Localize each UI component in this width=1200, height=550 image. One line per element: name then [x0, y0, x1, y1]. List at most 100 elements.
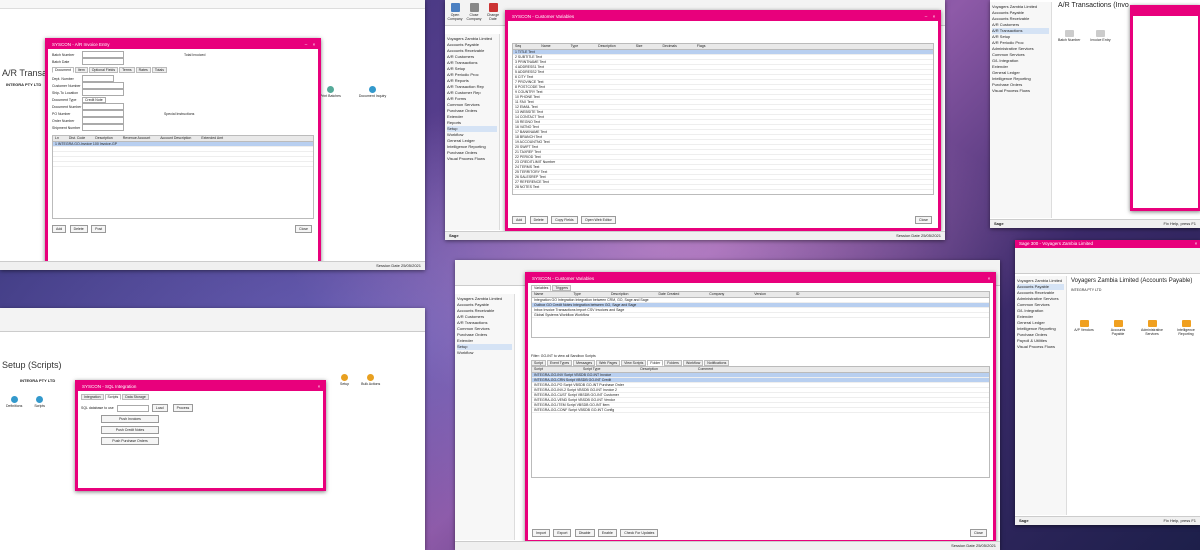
db-input[interactable] [116, 404, 149, 412]
print-batches-icon[interactable]: Print Batches [320, 86, 341, 98]
close-icon[interactable]: × [315, 383, 323, 391]
copy-fields-button[interactable]: Copy Fields [551, 216, 578, 224]
sidebar-item[interactable]: Visual Process Flows [992, 88, 1049, 94]
status-bar: Sage Fix Help, press F1 [990, 219, 1200, 228]
tab-totals[interactable]: Totals [151, 67, 167, 73]
setup-icon[interactable]: Setup [340, 374, 349, 386]
change-date-button[interactable]: Change Date [485, 2, 501, 23]
delete-button[interactable]: Delete [69, 225, 88, 233]
tab-document[interactable]: Document [52, 67, 74, 73]
subtab[interactable]: Web Pages [596, 360, 621, 366]
sidebar-item[interactable]: Visual Process Flows [447, 156, 497, 162]
tab-integration[interactable]: Integration [81, 394, 104, 400]
invoice-entry-icon[interactable]: Invoice Entry [1090, 30, 1111, 42]
subtab[interactable]: Messages [573, 360, 596, 366]
close-button[interactable]: Close [295, 225, 312, 233]
ship-to-field[interactable]: Ship-To Location [52, 89, 314, 96]
subtab[interactable]: Notifications [704, 360, 730, 366]
admin-services-icon[interactable]: Administrative Services [1139, 320, 1165, 336]
open-web-editor-button[interactable]: Open Web Editor [581, 216, 616, 224]
document-inquiry-icon[interactable]: Document Inquiry [359, 86, 386, 98]
order-number-field[interactable]: Order Number [52, 117, 314, 124]
delete-button[interactable]: Delete [529, 216, 548, 224]
open-company-button[interactable]: Open Company [447, 2, 463, 23]
sidebar-item[interactable]: Visual Process Flows [1017, 344, 1064, 350]
fields-table[interactable]: Seq Name Type Description Size Decimals Flags … [512, 43, 934, 195]
push-credit-notes-button[interactable]: Push Credit Notes [101, 426, 159, 434]
subtab[interactable]: Script [531, 360, 546, 366]
add-button[interactable]: Add [512, 216, 527, 224]
push-invoices-button[interactable]: Push Invoices [101, 415, 159, 423]
customer-number-field[interactable]: Customer Number [52, 82, 314, 89]
minimize-icon[interactable]: – [302, 41, 310, 49]
load-button[interactable]: Load [151, 404, 168, 412]
minimize-icon[interactable]: – [922, 13, 930, 21]
document-tabs[interactable]: Document Item Optional Fields Terms Rate… [52, 67, 314, 73]
tab-data-storage[interactable]: Data Storage [122, 394, 149, 400]
tab-scripts[interactable]: Scripts [104, 394, 122, 400]
ar-invoice-window: A/R Transactions (Invo INTEGRA PTY LTD P… [0, 0, 425, 270]
subtab[interactable]: Event Types [546, 360, 573, 366]
subtab[interactable]: View Scripts [621, 360, 647, 366]
definitions-icon[interactable]: Definitions [6, 396, 22, 408]
tab-triggers[interactable]: Triggers [552, 285, 572, 291]
ribbon-toolbar [0, 308, 425, 332]
tab-item[interactable]: Item [74, 67, 88, 73]
batch-number-icon[interactable]: Batch Number [1058, 30, 1080, 42]
page-heading: Setup (Scripts) [2, 360, 62, 370]
post-button[interactable]: Post [91, 225, 107, 233]
enable-button[interactable]: Enable [597, 529, 617, 537]
accounts-payable-icon[interactable]: Accounts Payable [1105, 320, 1131, 336]
po-number-field[interactable]: PO Number Special Instructions [52, 110, 314, 117]
check-for-updates-button[interactable]: Check For Updates [620, 529, 659, 537]
close-company-button[interactable]: Close Company [466, 2, 482, 23]
close-icon[interactable]: × [985, 275, 993, 283]
sidebar-item[interactable]: Workflow [457, 350, 512, 356]
push-purchase-orders-button[interactable]: Push Purchase Orders [101, 437, 159, 445]
close-icon[interactable]: × [930, 13, 938, 21]
status-bar: Session Date 25/05/2021 [455, 541, 1000, 550]
tab-optional-fields[interactable]: Optional Fields [88, 67, 119, 73]
table-row[interactable]: 28 NOTES Text [513, 185, 933, 190]
dialog-titlebar: SYSCON - Customer Variables – × [508, 13, 938, 21]
close-button[interactable]: Close [915, 216, 932, 224]
scripts-table[interactable]: Name Type Description Date Created Company Ve… [531, 291, 990, 338]
sidebar-navigation: Voyagers Zambia Limited Accounts Payable… [1015, 276, 1067, 515]
disable-button[interactable]: Disable [574, 529, 595, 537]
table-row[interactable]: INTEGRA-GO-CONF Script VBSDB GO-INT Conf… [532, 408, 989, 413]
document-type-field[interactable]: Document Type Credit Note [52, 96, 314, 103]
document-number-field[interactable]: Document Number [52, 103, 314, 110]
close-icon[interactable]: × [310, 41, 318, 49]
process-button[interactable]: Process [172, 404, 194, 412]
ar-mini-dialog [1130, 5, 1200, 211]
batch-number-field[interactable]: Batch Number Total Invoiced [52, 51, 314, 58]
tab-rates[interactable]: Rates [135, 67, 151, 73]
tab-terms[interactable]: Terms [119, 67, 135, 73]
scripts-icon[interactable]: Scripts [34, 396, 45, 408]
table-row[interactable] [53, 162, 313, 167]
ap-vendors-icon[interactable]: A/P Vendors [1071, 320, 1097, 336]
close-button[interactable]: Close [970, 529, 987, 537]
export-button[interactable]: Export [553, 529, 572, 537]
close-icon[interactable]: × [1192, 240, 1200, 248]
batch-date-field[interactable]: Batch Date [52, 58, 314, 65]
subtab[interactable]: Folders [664, 360, 682, 366]
tab-variables[interactable]: Variables [531, 285, 552, 291]
dialog-titlebar: SYSCON - SQL Integration × [78, 383, 323, 391]
subtab[interactable]: Workflow [682, 360, 704, 366]
page-heading: A/R Transactions (Invo [1058, 2, 1129, 9]
dialog-tabs[interactable]: Integration Scripts Data Storage [81, 394, 320, 400]
import-button[interactable]: Import [532, 529, 550, 537]
shipment-number-field[interactable]: Shipment Number [52, 124, 314, 131]
ribbon-toolbar [1015, 248, 1200, 274]
intelligence-reporting-icon[interactable]: Intelligence Reporting [1173, 320, 1199, 336]
table-row[interactable]: Global Systems Workflow Workflow [532, 313, 989, 318]
subtab[interactable]: Folder [647, 360, 664, 366]
add-button[interactable]: Add [52, 225, 67, 233]
invoice-lines-table[interactable]: Ln Dist. Code Description Revenue Account Ac… [52, 135, 314, 219]
bulk-actions-icon[interactable]: Bulk Actions [361, 374, 380, 386]
folder-scripts-table[interactable]: Script Script Type Description Comment INTE… [531, 366, 990, 478]
uda-dialog: SYSCON - Customer Variables – × Seq Name Typ… [505, 10, 941, 231]
dept-number-field[interactable]: Dept. Number [52, 75, 314, 82]
voyagers-home-window: Sage 300 - Voyagers Zambia Limited × Voya… [1015, 240, 1200, 525]
